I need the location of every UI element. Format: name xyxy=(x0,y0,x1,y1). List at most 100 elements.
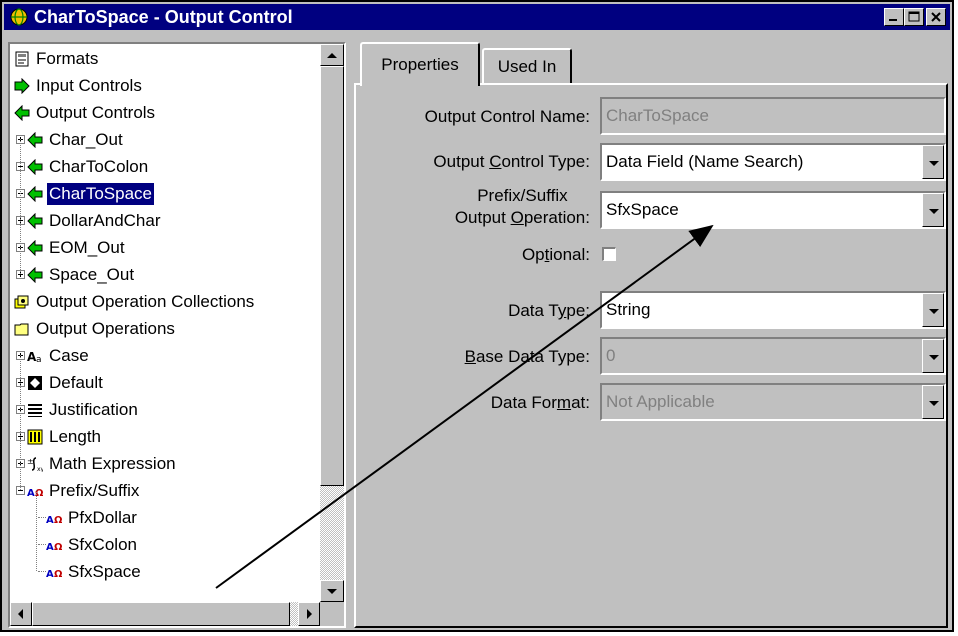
tree-item[interactable]: ±xy Math Expression xyxy=(16,450,178,477)
tree-item-label: Prefix/Suffix xyxy=(49,480,140,500)
tree-connector xyxy=(38,571,46,572)
tree-item-label: CharToSpace xyxy=(45,181,156,206)
output-control-name-field: CharToSpace xyxy=(600,97,946,135)
tab-used-in-label: Used In xyxy=(497,57,557,76)
tab-properties-label: Properties xyxy=(381,55,459,74)
prefix-suffix-operation-dropdown[interactable]: SfxSpace xyxy=(600,191,946,229)
properties-panel: Output Control Name: CharToSpace Output … xyxy=(354,83,948,628)
tree-item-label: EOM_Out xyxy=(49,237,125,257)
tree-item[interactable]: A Ω PfxDollar xyxy=(38,504,139,531)
prefix-suffix-operation-label: Prefix/Suffix Output Operation: xyxy=(454,186,590,227)
scroll-right-button[interactable] xyxy=(298,602,320,626)
tree-item[interactable]: A Ω SfxSpace xyxy=(38,558,143,585)
tree-item[interactable]: Input Controls xyxy=(14,72,144,99)
tree-items: Formats Input Controls Output Controls Char… xyxy=(10,44,320,604)
tree-item-label: Case xyxy=(49,345,89,365)
tree-connector xyxy=(20,139,21,274)
scroll-left-button[interactable] xyxy=(10,602,32,626)
tree-item[interactable]: Output Operations xyxy=(14,315,177,342)
output-control-type-dropdown[interactable]: Data Field (Name Search) xyxy=(600,143,946,181)
tree-item-label: Length xyxy=(49,426,101,446)
tree-item[interactable]: Output Operation Collections xyxy=(14,288,256,315)
tree-item-label: Default xyxy=(49,372,103,392)
scroll-up-icon xyxy=(327,53,337,58)
scroll-right-icon xyxy=(307,609,312,619)
title-bar[interactable]: CharToSpace - Output Control xyxy=(4,4,950,30)
output-control-icon xyxy=(27,212,43,229)
svg-text:A: A xyxy=(46,515,54,526)
scroll-down-button[interactable] xyxy=(320,580,344,602)
data-format-dropdown: Not Applicable xyxy=(600,383,946,421)
tree-item[interactable]: Space_Out xyxy=(16,261,136,288)
tree-connector xyxy=(38,544,46,545)
svg-text:A: A xyxy=(27,488,35,499)
chevron-down-icon[interactable] xyxy=(922,193,944,227)
tree-item[interactable]: Default xyxy=(16,369,105,396)
tab-used-in[interactable]: Used In xyxy=(482,48,572,84)
output-control-icon xyxy=(27,266,43,283)
output-control-icon xyxy=(27,239,43,256)
application-window: CharToSpace - Output Control Formats Inpu… xyxy=(0,0,954,632)
maximize-button[interactable] xyxy=(904,8,924,26)
output-control-type-value: Data Field (Name Search) xyxy=(606,152,804,171)
tree-connector xyxy=(20,355,21,490)
tree-item[interactable]: A Ω SfxColon xyxy=(38,531,139,558)
output-control-name-value: CharToSpace xyxy=(606,106,710,125)
tree-item[interactable]: Justification xyxy=(16,396,140,423)
close-icon xyxy=(931,12,941,22)
prefix-suffix-icon: AΩ xyxy=(46,564,62,580)
tree-connector xyxy=(38,517,46,518)
svg-text:a: a xyxy=(36,355,42,364)
close-button[interactable] xyxy=(926,8,946,26)
tree-item[interactable]: DollarAndChar xyxy=(16,207,163,234)
scroll-up-button[interactable] xyxy=(320,44,344,66)
optional-checkbox[interactable] xyxy=(602,247,616,261)
tree-item[interactable]: CharToSpace xyxy=(16,180,156,207)
app-globe-icon xyxy=(10,8,28,26)
tree-item[interactable]: A Ω Prefix/Suffix xyxy=(16,477,141,504)
data-format-label: Data Format: xyxy=(490,393,590,412)
tree-item[interactable]: Aa Case xyxy=(16,342,91,369)
scrollbar-corner xyxy=(320,602,344,626)
tree-item-label: CharToColon xyxy=(49,156,149,176)
output-control-icon xyxy=(27,185,43,202)
tree-item-label: Output Controls xyxy=(36,102,156,122)
output-control-icon xyxy=(27,158,43,175)
formats-icon xyxy=(14,51,30,67)
optional-label: Optional: xyxy=(521,245,590,264)
tree-item-label: SfxColon xyxy=(68,534,137,554)
base-data-type-value: 0 xyxy=(606,346,616,365)
chevron-down-icon xyxy=(922,385,944,419)
minimize-icon xyxy=(889,19,897,21)
chevron-down-icon[interactable] xyxy=(922,293,944,327)
tree-item[interactable]: Output Controls xyxy=(14,99,157,126)
base-data-type-dropdown: 0 xyxy=(600,337,946,375)
prefix-suffix-icon: AΩ xyxy=(27,483,43,499)
svg-text:Ω: Ω xyxy=(54,542,62,553)
tree-item-label: PfxDollar xyxy=(68,507,137,527)
data-type-dropdown[interactable]: String xyxy=(600,291,946,329)
tree-item[interactable]: Formats xyxy=(14,45,100,72)
svg-text:A: A xyxy=(46,569,54,580)
tree-item[interactable]: Length xyxy=(16,423,103,450)
tree-item[interactable]: Char_Out xyxy=(16,126,125,153)
tree-vertical-scrollbar[interactable] xyxy=(320,44,344,602)
minimize-button[interactable] xyxy=(884,8,904,26)
window-title: CharToSpace - Output Control xyxy=(34,7,293,27)
collections-icon xyxy=(14,294,30,310)
tree-item-label: Input Controls xyxy=(36,75,142,95)
tab-properties[interactable]: Properties xyxy=(360,42,480,86)
input-controls-icon xyxy=(14,77,30,94)
prefix-suffix-operation-value: SfxSpace xyxy=(606,200,679,219)
folder-icon xyxy=(14,321,30,337)
vertical-scroll-thumb[interactable] xyxy=(320,66,344,486)
chevron-down-icon[interactable] xyxy=(922,145,944,179)
horizontal-scroll-thumb[interactable] xyxy=(32,602,290,626)
tree-item[interactable]: EOM_Out xyxy=(16,234,127,261)
case-icon: Aa xyxy=(27,348,43,364)
scroll-left-icon xyxy=(18,609,23,619)
default-icon xyxy=(27,375,43,391)
tree-horizontal-scrollbar[interactable] xyxy=(10,602,320,626)
tree-item[interactable]: CharToColon xyxy=(16,153,150,180)
tree-view[interactable]: Formats Input Controls Output Controls Char… xyxy=(8,42,346,628)
